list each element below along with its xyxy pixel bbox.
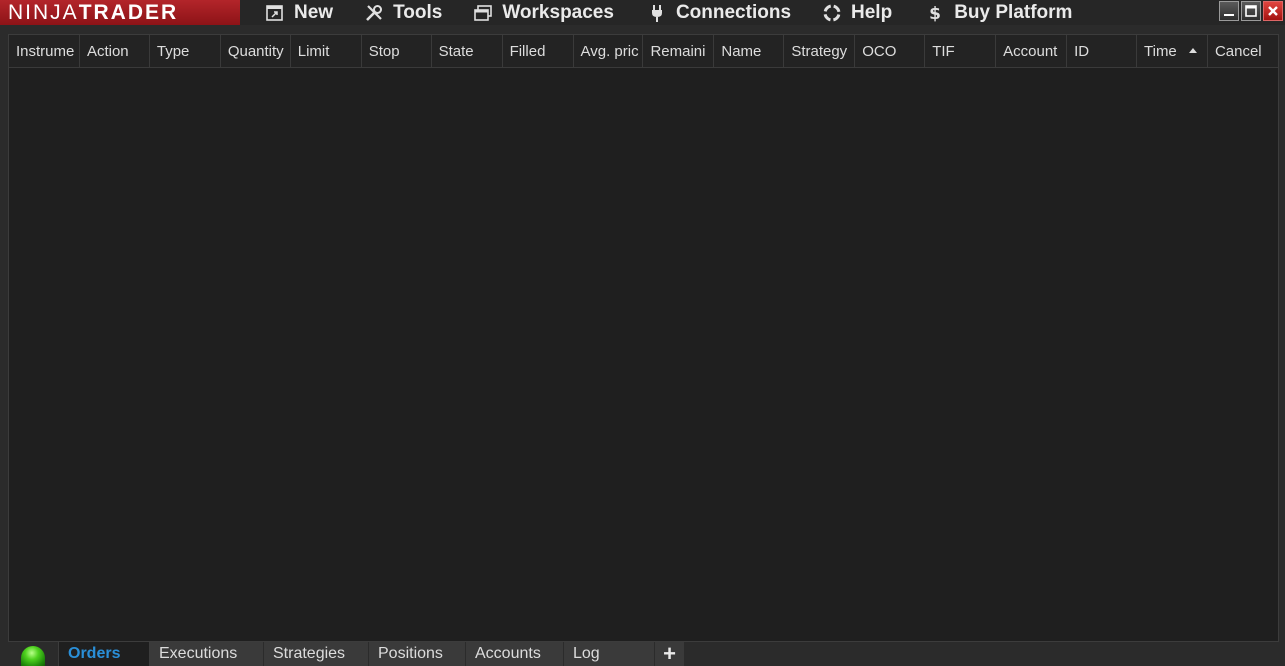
tab-label: Strategies: [273, 645, 346, 662]
minimize-icon: [1224, 14, 1234, 16]
menu-tools[interactable]: Tools: [363, 0, 442, 25]
column-header-label: Cancel: [1214, 43, 1262, 60]
column-header-strategy[interactable]: Strategy: [784, 35, 856, 68]
tab-label: Positions: [378, 645, 443, 662]
tools-icon: [363, 2, 385, 24]
sort-ascending-icon: [1188, 48, 1197, 53]
new-window-icon: [264, 2, 286, 24]
menu-help-label: Help: [851, 1, 893, 23]
menu-new-label: New: [294, 1, 334, 23]
ninjatrader-logo: NINJA TRADER: [0, 0, 240, 25]
column-header-instrument[interactable]: Instrume: [9, 35, 80, 68]
column-header-cancel[interactable]: Cancel: [1208, 35, 1278, 68]
tab-label: Executions: [159, 645, 238, 662]
column-header-oco[interactable]: OCO: [855, 35, 926, 68]
menu-tools-label: Tools: [393, 1, 443, 23]
column-header-stop[interactable]: Stop: [362, 35, 432, 68]
grid-header: Instrume Action Type Quantity Limit Stop…: [9, 35, 1278, 68]
svg-text:$: $: [929, 4, 941, 23]
menu-workspaces-label: Workspaces: [502, 1, 614, 23]
column-header-label: Quantity: [227, 43, 284, 60]
column-header-action[interactable]: Action: [80, 35, 150, 68]
menu-connections[interactable]: Connections: [646, 0, 791, 25]
column-header-label: TIF: [932, 43, 955, 60]
maximize-button[interactable]: [1241, 1, 1261, 21]
column-header-label: Remaini: [650, 43, 706, 60]
column-header-label: Account: [1003, 43, 1058, 60]
plus-icon: +: [663, 642, 676, 666]
column-header-label: Type: [156, 43, 190, 60]
menu-buy-platform[interactable]: $ Buy Platform: [924, 0, 1072, 25]
maximize-icon: [1245, 5, 1257, 17]
column-header-name[interactable]: Name: [714, 35, 785, 68]
column-header-label: Name: [721, 43, 762, 60]
column-header-filled[interactable]: Filled: [503, 35, 574, 68]
column-header-account[interactable]: Account: [996, 35, 1068, 68]
column-header-label: Stop: [368, 43, 400, 60]
menu-buy-platform-label: Buy Platform: [954, 1, 1073, 23]
column-header-remaining[interactable]: Remaini: [643, 35, 715, 68]
add-tab-button[interactable]: +: [655, 642, 685, 666]
column-header-limit[interactable]: Limit: [291, 35, 362, 68]
menu-bar: NINJA TRADER New Tools Workspaces Connect: [0, 0, 1285, 25]
column-header-label: State: [438, 43, 474, 60]
column-header-tif[interactable]: TIF: [925, 35, 997, 68]
logo-text-trader: TRADER: [78, 0, 179, 24]
tab-accounts[interactable]: Accounts: [466, 642, 564, 666]
column-header-label: Time: [1144, 43, 1177, 60]
menu-help[interactable]: Help: [821, 0, 892, 25]
close-icon: [1268, 6, 1278, 16]
tab-label: Accounts: [475, 645, 541, 662]
tab-positions[interactable]: Positions: [369, 642, 466, 666]
column-header-label: Avg. pric: [580, 43, 639, 60]
tab-log[interactable]: Log: [564, 642, 655, 666]
column-header-id[interactable]: ID: [1067, 35, 1137, 68]
column-header-label: Strategy: [791, 43, 848, 60]
minimize-button[interactable]: [1219, 1, 1239, 21]
menu-connections-label: Connections: [675, 1, 792, 23]
lifebuoy-icon: [821, 2, 843, 24]
menu-workspaces[interactable]: Workspaces: [472, 0, 614, 25]
column-header-type[interactable]: Type: [150, 35, 221, 68]
grid-body[interactable]: [9, 68, 1278, 641]
dollar-icon: $: [924, 2, 946, 24]
column-header-quantity[interactable]: Quantity: [221, 35, 291, 68]
tab-label: Orders: [68, 645, 121, 662]
column-header-label: ID: [1074, 43, 1090, 60]
column-header-label: Filled: [509, 43, 546, 60]
tab-bar: Orders Executions Strategies Positions A…: [8, 642, 1279, 666]
logo-text-ninja: NINJA: [8, 0, 79, 24]
status-light-icon: [21, 646, 45, 666]
column-header-time[interactable]: Time: [1137, 35, 1208, 68]
column-header-label: Instrume: [16, 43, 75, 60]
menu-new[interactable]: New: [264, 0, 333, 25]
column-header-state[interactable]: State: [432, 35, 503, 68]
tab-strategies[interactable]: Strategies: [264, 642, 369, 666]
control-center-window: NINJA TRADER New Tools Workspaces Connect: [0, 0, 1285, 666]
orders-grid: Instrume Action Type Quantity Limit Stop…: [8, 34, 1279, 642]
close-button[interactable]: [1263, 1, 1283, 21]
plug-icon: [646, 2, 668, 24]
tab-orders[interactable]: Orders: [58, 642, 150, 666]
column-header-label: Action: [86, 43, 129, 60]
column-header-label: Limit: [297, 43, 330, 60]
connection-status-indicator: [8, 642, 58, 666]
tab-executions[interactable]: Executions: [150, 642, 264, 666]
tab-label: Log: [573, 645, 600, 662]
workspaces-icon: [472, 2, 494, 24]
window-controls: [1219, 1, 1283, 21]
column-header-label: OCO: [862, 43, 897, 60]
column-header-avg-price[interactable]: Avg. pric: [574, 35, 644, 68]
